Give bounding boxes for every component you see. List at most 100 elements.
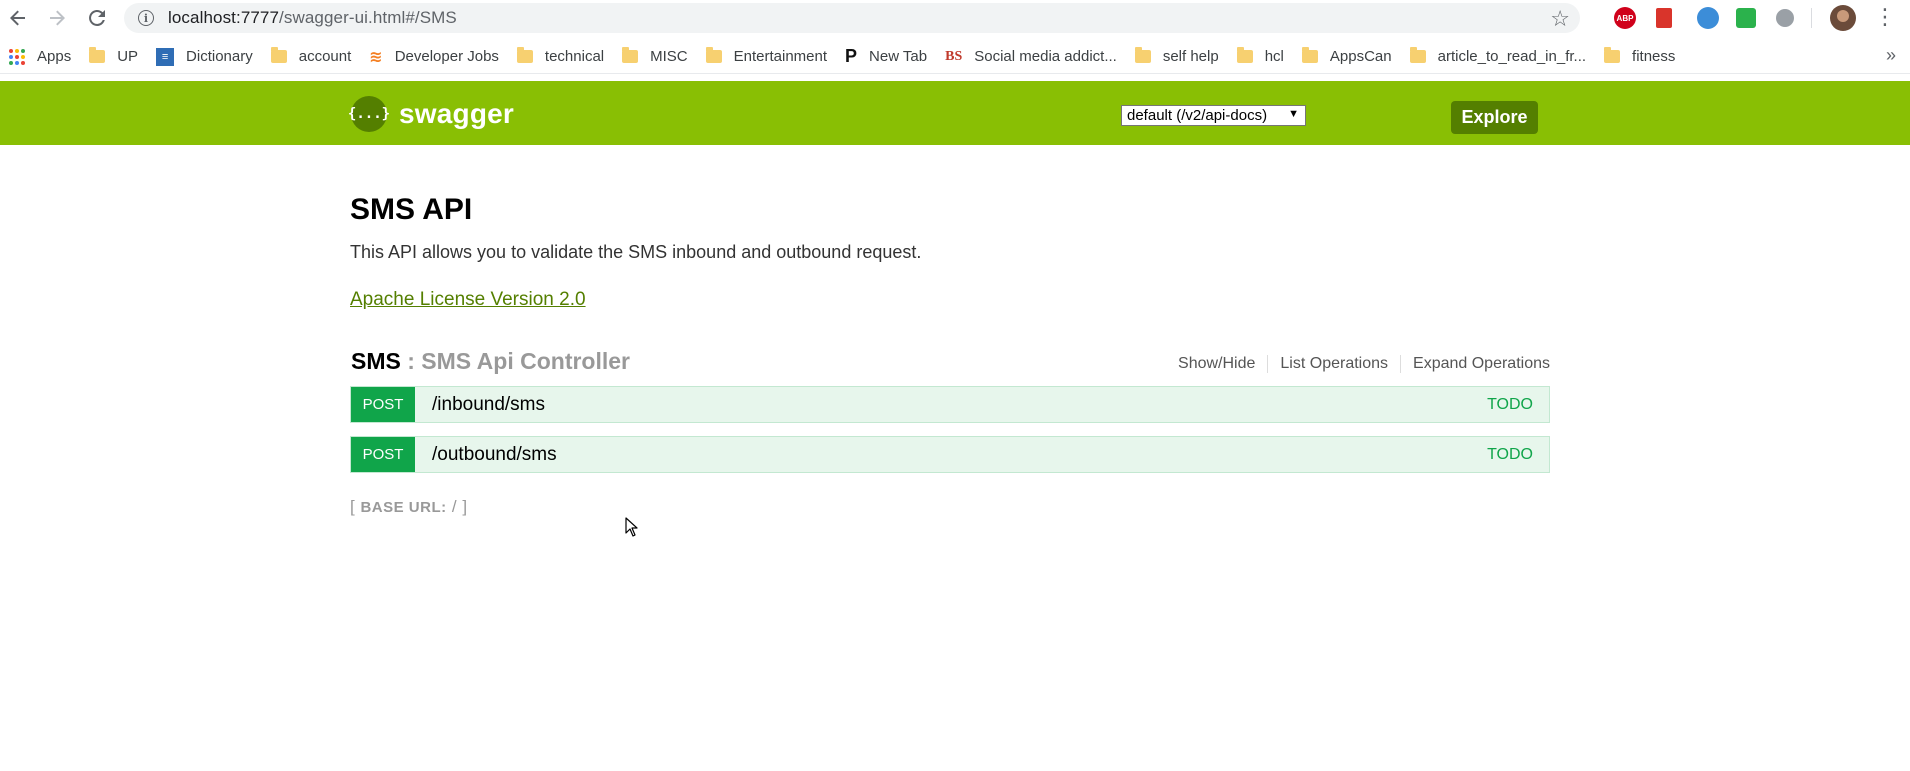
forward-button[interactable] [45,6,69,30]
operation-inbound-sms[interactable]: POST /inbound/sms TODO [350,386,1550,423]
http-method-badge[interactable]: POST [351,437,415,472]
reload-icon [89,9,105,26]
folder-icon [622,47,639,63]
apps-grid-icon [9,48,25,65]
operation-summary[interactable]: TODO [1487,446,1533,464]
stackoverflow-icon: ≋ [369,48,383,66]
base-url-close-bracket: ] [462,497,468,516]
api-description: This API allows you to validate the SMS … [350,242,922,262]
http-method-badge[interactable]: POST [351,387,415,422]
adblock-plus-icon[interactable]: ABP [1614,7,1636,29]
bookmark-folder-misc[interactable]: MISC [613,43,697,71]
bookmark-dictionary[interactable]: ≡ Dictionary [147,43,262,71]
license-link[interactable]: Apache License Version 2.0 [350,289,586,311]
browser-toolbar: i localhost:7777/swagger-ui.html#/SMS ☆ … [0,0,1910,36]
adblock-plus-label: ABP [1616,13,1634,23]
folder-icon [1301,47,1318,63]
star-icon[interactable]: ☆ [1550,6,1570,32]
api-title: SMS API [350,193,473,226]
bookmark-folder-account[interactable]: account [262,43,361,71]
operation-path[interactable]: /outbound/sms [432,444,557,466]
info-icon[interactable]: i [138,10,154,26]
reload-button[interactable] [85,6,109,30]
operation-path[interactable]: /inbound/sms [432,394,545,416]
bookmark-label: self help [1162,48,1219,65]
list-operations-link[interactable]: List Operations [1268,355,1400,373]
bookmark-label: New Tab [869,48,928,65]
show-hide-link[interactable]: Show/Hide [1166,355,1267,373]
bookmark-label: Entertainment [733,48,828,65]
swagger-logo-text: swagger [399,98,514,129]
bookmark-label: fitness [1632,48,1676,65]
bookmark-folder-technical[interactable]: technical [508,43,613,71]
bookmark-developer-jobs[interactable]: ≋ Developer Jobs [360,43,508,71]
bookmark-label: hcl [1264,48,1284,65]
back-button[interactable] [6,6,30,30]
bookmark-label: Dictionary [186,48,253,65]
bs-icon: BS [945,48,963,64]
resource-name-link[interactable]: SMS : SMS Api Controller [351,348,630,375]
bookmark-social-media[interactable]: BS Social media addict... [936,43,1126,71]
base-url-label: BASE URL: [360,499,447,516]
resource-description: SMS Api Controller [421,348,631,374]
bookmark-new-tab[interactable]: P New Tab [836,43,936,71]
bookmark-folder-hcl[interactable]: hcl [1228,43,1293,71]
feedly-extension-icon[interactable] [1736,8,1756,28]
bookmark-folder-entertainment[interactable]: Entertainment [697,43,836,71]
expand-operations-link[interactable]: Expand Operations [1401,355,1550,373]
folder-icon [516,47,533,63]
folder-icon [705,47,722,63]
bookmark-label: MISC [650,48,688,65]
bookmark-label: technical [544,48,605,65]
operation-outbound-sms[interactable]: POST /outbound/sms TODO [350,436,1550,473]
bookmark-label: Developer Jobs [394,48,499,65]
resource-separator: : [407,348,415,374]
kebab-menu-icon[interactable]: ⋮ [1874,4,1896,30]
arrow-left-icon [10,10,25,26]
bookmark-apps[interactable]: Apps [0,43,80,71]
p-icon: P [845,46,858,66]
resource-actions: Show/Hide List Operations Expand Operati… [1166,355,1550,373]
base-url-value: / [451,497,458,516]
bookmark-label: UP [117,48,139,65]
swagger-logo[interactable]: {...} swagger [348,96,514,132]
spec-url-select-value: default (/v2/api-docs) [1127,107,1268,124]
bookmark-label: Apps [37,48,72,65]
address-bar[interactable]: i localhost:7777/swagger-ui.html#/SMS ☆ [124,3,1580,33]
bookmark-folder-appscan[interactable]: AppsCan [1293,43,1401,71]
dropdown-arrow-icon: ▼ [1288,108,1299,120]
swagger-logo-icon: {...} [348,96,390,132]
circle-extension-icon[interactable] [1776,9,1794,27]
bookmark-folder-articles[interactable]: article_to_read_in_fr... [1401,43,1595,71]
base-url-open-bracket: [ [350,497,356,516]
bookmark-folder-fitness[interactable]: fitness [1595,43,1684,71]
mouse-cursor-icon [625,517,638,537]
globe-extension-icon[interactable] [1697,7,1719,29]
folder-icon [89,47,106,63]
profile-avatar[interactable] [1830,5,1856,31]
folder-icon [1409,47,1426,63]
base-url: [ BASE URL: / ] [350,497,468,517]
folder-icon [270,47,287,63]
bookmarks-overflow-button[interactable]: » [1886,45,1896,66]
folder-icon [1604,47,1621,63]
folder-icon [1134,47,1151,63]
folder-icon [1236,47,1253,63]
toolbar-divider [1811,8,1812,28]
bookmark-folder-up[interactable]: UP [80,43,147,71]
bookmark-label: account [298,48,352,65]
resource-heading: SMS : SMS Api Controller Show/Hide List … [350,348,1550,378]
resource-name: SMS [351,348,401,374]
bookmark-folder-self-help[interactable]: self help [1126,43,1228,71]
explore-button[interactable]: Explore [1451,101,1538,134]
spec-url-select[interactable]: default (/v2/api-docs) ▼ [1121,105,1306,126]
book-extension-icon[interactable] [1656,8,1672,28]
operation-summary[interactable]: TODO [1487,396,1533,414]
url-text[interactable]: localhost:7777/swagger-ui.html#/SMS [168,8,457,28]
url-path: /swagger-ui.html#/SMS [279,8,457,27]
arrow-right-icon [50,10,65,26]
dictionary-icon: ≡ [156,47,175,66]
bookmark-label: Social media addict... [974,48,1117,65]
bookmark-label: article_to_read_in_fr... [1437,48,1587,65]
swagger-header: {...} swagger default (/v2/api-docs) ▼ E… [0,81,1910,145]
